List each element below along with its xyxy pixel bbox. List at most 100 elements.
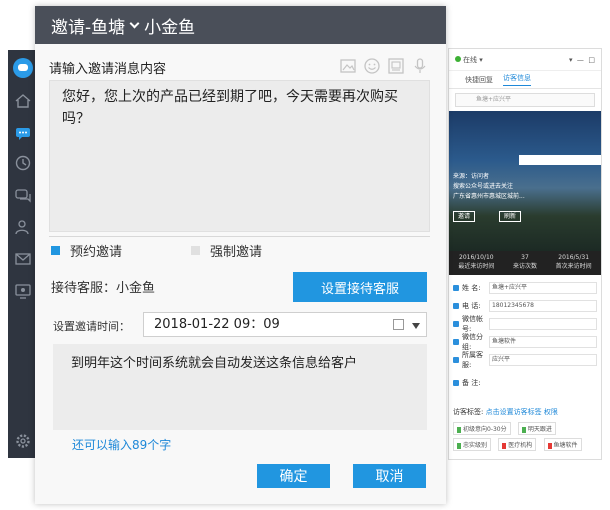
option-label: 强制邀请 [210,245,263,260]
mail-icon[interactable] [14,250,32,268]
tags-manage-link[interactable]: 权限 [544,408,558,416]
tag-list: 初级意向0-30分 明天跟进 忠实级别 医疗机构 鱼塘软件 [449,419,601,451]
ok-button[interactable]: 确定 [257,464,330,488]
field-icon [453,285,459,291]
visitor-fields: 姓 名: 鱼塘+应兴平 电 话: 18012345678 微信帐号: 微信分组: 鱼塘… [449,275,601,401]
option-forced-invite[interactable]: 强制邀请 [191,241,262,260]
chevron-down-icon[interactable] [129,18,140,28]
invite-time-picker[interactable]: 2018-01-22 09：09 [143,312,427,337]
tag-color-icon [502,442,507,449]
tag-color-icon [521,426,526,433]
message-icon[interactable] [14,186,32,204]
app-sidebar [8,50,38,458]
set-tags-link[interactable]: 点击设置访客标签 [486,408,542,416]
invite-message-input[interactable]: 您好，您上次的产品已经到期了吧，今天需要再次购买吗？ [49,80,430,232]
tag-item[interactable]: 鱼塘软件 [543,438,582,451]
field-value[interactable] [489,377,597,389]
tab-quick-reply[interactable]: 快捷回复 [465,75,493,85]
tag-item[interactable]: 忠实级别 [453,438,492,451]
microphone-icon[interactable] [411,57,429,75]
window-controls[interactable]: ▾ — □ [569,56,595,64]
home-icon[interactable] [14,92,32,110]
tab-visitor-info[interactable]: 访客信息 [503,73,531,86]
time-value: 2018-01-22 09：09 [154,317,280,332]
field-icon [453,339,459,345]
history-icon[interactable] [14,154,32,172]
status-bar: 在线 ▾ ▾ — □ [449,49,601,71]
image-icon[interactable] [339,57,357,75]
field-value[interactable]: 应兴平 [489,354,597,366]
tag-item[interactable]: 医疗机构 [498,438,537,451]
field-value[interactable]: 鱼塘+应兴平 [489,282,597,294]
field-row: 微信分组: 鱼塘软件 [453,333,597,351]
online-status-icon [455,55,461,62]
stat-value: 2016/5/31 [558,254,590,261]
field-row: 电 话: 18012345678 [453,297,597,315]
visitor-search-field[interactable]: 鱼塘+应兴平 [455,93,595,107]
photo-invite-button[interactable]: 邀请 [453,211,476,222]
info-tabs: 快捷回复 访客信息 [449,71,601,89]
time-checkbox[interactable] [393,319,404,330]
photo-line: 搜索公众号或进去关注 [453,183,514,190]
tag-color-icon [547,442,552,449]
tag-item[interactable]: 初级意向0-30分 [453,422,511,435]
field-row: 姓 名: 鱼塘+应兴平 [453,279,597,297]
dialog-title: 邀请-鱼塘 [51,17,126,38]
dropdown-arrow-icon[interactable] [412,323,420,329]
field-label: 微信分组: [462,333,483,351]
field-label: 姓 名: [462,284,481,292]
tag-label: 医疗机构 [508,442,533,449]
contacts-icon[interactable] [14,218,32,236]
tag-color-icon [457,426,461,433]
photo-refresh-button[interactable]: 刷新 [499,211,522,222]
stat-label: 来访次数 [512,263,537,270]
prompt-row: 请输入邀请消息内容 [49,57,429,77]
dialog-title-bar: 邀请-鱼塘 小金鱼 [35,6,446,44]
monitor-icon[interactable] [14,282,32,300]
stat-value: 2016/10/10 [459,254,494,261]
field-icon [453,380,459,386]
message-toolbar [339,57,429,75]
field-value[interactable] [489,318,597,330]
tag-item[interactable]: 明天跟进 [517,422,556,435]
field-icon [453,357,459,363]
radio-unselected-icon [191,246,200,255]
field-row: 微信帐号: [453,315,597,333]
redacted-bar [519,155,601,165]
option-scheduled-invite[interactable]: 预约邀请 [51,241,122,260]
status-label: 在线 [463,55,477,64]
field-label: 备 注: [462,379,481,387]
photo-line: 来源：访问者 [453,173,490,180]
visitor-info-panel: 在线 ▾ ▾ — □ 快捷回复 访客信息 鱼塘+应兴平 来源：访问者 搜索公众号… [448,48,602,460]
emoji-icon[interactable] [363,57,381,75]
stat-item: 2016/10/10 最近来访时间 [458,253,494,275]
field-icon [453,303,459,309]
screenshot-icon[interactable] [387,57,405,75]
tag-label: 明天跟进 [527,426,552,433]
field-value[interactable]: 18012345678 [489,300,597,312]
field-value[interactable]: 鱼塘软件 [489,336,597,348]
status-selector[interactable]: 在线 ▾ [455,55,483,65]
invite-dialog: 邀请-鱼塘 小金鱼 请输入邀请消息内容 您好，您上次的产品已经到期了吧，今天需要… [35,6,446,504]
field-icon [453,321,459,327]
visit-stats: 2016/10/10 最近来访时间 37 来访次数 2016/5/31 首次来访时间 [449,251,601,275]
tag-color-icon [457,442,461,449]
field-row: 备 注: [453,369,597,397]
photo-line: 广东省惠州市惠城区城前... [453,193,525,200]
visitor-cover-image: 来源：访问者 搜索公众号或进去关注 广东省惠州市惠城区城前... 邀请 刷新 [449,111,601,251]
settings-icon[interactable] [14,432,32,450]
set-host-button[interactable]: 设置接待客服 [293,272,427,302]
chat-icon[interactable] [14,124,32,142]
cancel-button[interactable]: 取消 [353,464,426,488]
stat-value: 37 [521,254,529,261]
remaining-chars-text: 还可以输入89个字 [72,438,172,452]
stat-item: 2016/5/31 首次来访时间 [556,253,592,275]
prompt-label: 请输入邀请消息内容 [49,61,167,77]
dialog-title-user: 小金鱼 [144,17,196,38]
section-divider [49,236,430,237]
field-label: 微信帐号: [462,315,483,333]
tags-title: 访客标签: [453,408,484,416]
tags-header: 访客标签: 点击设置访客标签 权限 [453,407,597,417]
tag-label: 忠实级别 [463,442,488,449]
host-label: 接待客服：小金鱼 [51,281,156,296]
